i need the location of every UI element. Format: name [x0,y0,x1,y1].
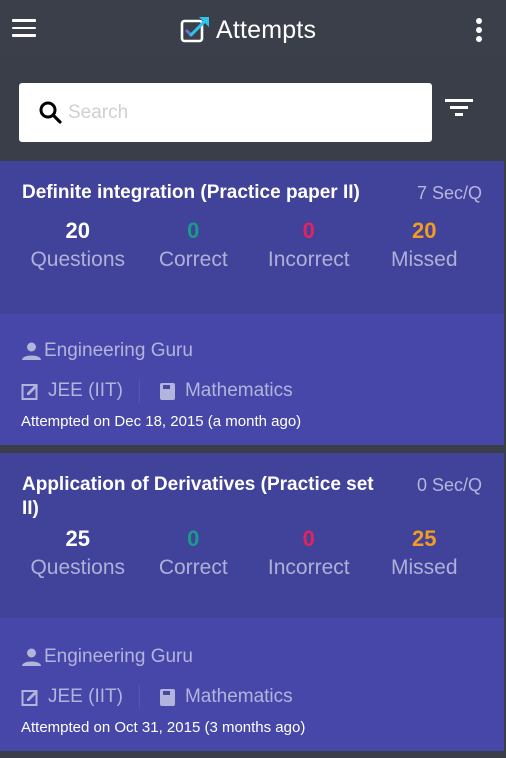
stat-value: 20 [412,218,437,243]
stat-value: 25 [412,526,437,551]
stat-value: 20 [65,218,90,243]
stat-missed: 25 Missed [367,525,483,583]
attempt-stats: 20 Questions 0 Correct 0 Incorrect 20 Mi… [22,217,482,275]
book-icon [159,382,175,400]
subject-name: Mathematics [184,686,293,707]
meta-row: JEE (IIT) Mathematics [21,376,483,406]
author-row: Engineering Guru [21,642,483,672]
search-box [19,83,432,142]
edit-icon [21,689,38,706]
search-bar [0,62,506,161]
attempt-card[interactable]: Definite integration (Practice paper II)… [0,161,504,445]
person-icon [22,342,41,360]
attempt-stats: 25 Questions 0 Correct 0 Incorrect 25 Mi… [22,525,482,583]
stat-value: 0 [302,218,315,243]
attempt-rate: 0 Sec/Q [416,475,482,495]
stat-label: Incorrect [267,556,350,579]
attempt-date: Attempted on Dec 18, 2015 (a month ago) [21,413,302,430]
stat-missed: 20 Missed [367,217,483,275]
divider [138,685,140,709]
app-title-group: Attempts [180,12,316,48]
stat-label: Correct [158,248,228,271]
stat-label: Missed [390,556,458,579]
card-separator [0,445,506,453]
stat-value: 0 [187,526,200,551]
attempt-rate: 7 Sec/Q [416,183,482,203]
more-vertical-icon[interactable] [470,18,488,44]
stat-incorrect: 0 Incorrect [251,525,367,583]
stat-value: 0 [187,218,200,243]
stat-correct: 0 Correct [136,525,252,583]
stat-incorrect: 0 Incorrect [251,217,367,275]
stat-label: Incorrect [267,248,350,271]
subject-name: Mathematics [184,380,293,401]
person-icon [22,648,41,666]
divider [138,379,140,403]
search-icon [39,101,62,124]
attempt-date: Attempted on Oct 31, 2015 (3 months ago) [21,719,306,736]
page-title: Attempts [216,15,317,44]
author-name: Engineering Guru [44,340,193,361]
book-icon [159,688,175,706]
attempt-title: Definite integration (Practice paper II) [22,182,360,203]
author-row: Engineering Guru [21,336,483,366]
search-input[interactable] [68,101,398,124]
exam-name: JEE (IIT) [48,686,123,707]
stat-label: Questions [30,248,126,271]
filter-icon[interactable] [444,99,474,121]
edit-icon [21,383,38,400]
checkbox-arrow-icon [180,17,209,43]
meta-row: JEE (IIT) Mathematics [21,682,483,712]
exam-name: JEE (IIT) [48,380,123,401]
attempt-title: Application of Derivatives (Practice set… [22,474,374,519]
stat-questions: 20 Questions [20,217,136,275]
stat-value: 0 [302,526,315,551]
stat-label: Correct [158,556,228,579]
stat-label: Questions [30,556,126,579]
stat-value: 25 [65,526,90,551]
hamburger-menu-icon[interactable] [12,19,36,41]
stat-correct: 0 Correct [136,217,252,275]
author-name: Engineering Guru [44,646,193,667]
stat-questions: 25 Questions [20,525,136,583]
app-bar: Attempts [0,0,506,62]
attempt-card[interactable]: Application of Derivatives (Practice set… [0,453,504,751]
stat-label: Missed [390,248,458,271]
